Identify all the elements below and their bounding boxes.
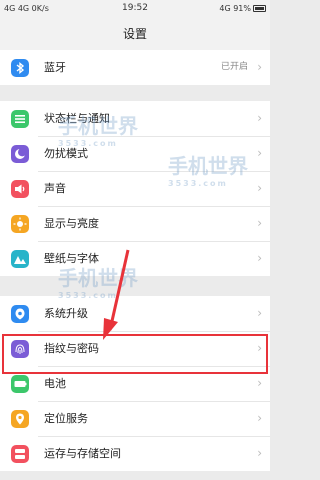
settings-item-label: 状态栏与通知 <box>44 112 110 125</box>
chevron-right-icon: › <box>257 60 262 74</box>
chevron-right-icon: › <box>257 446 262 460</box>
settings-item-label: 蓝牙 <box>44 61 66 74</box>
chevron-right-icon: › <box>257 181 262 195</box>
chevron-right-icon: › <box>257 216 262 230</box>
battery-level-icon <box>253 5 266 12</box>
settings-group-system: 系统升级 › 指纹与密码 › 电池 › 定位服务 › 运存与存储空间 › <box>0 296 270 471</box>
settings-item-sound[interactable]: 声音 › <box>0 171 270 206</box>
chevron-right-icon: › <box>257 146 262 160</box>
moon-icon <box>11 145 29 163</box>
upgrade-icon <box>11 305 29 323</box>
settings-item-label: 声音 <box>44 182 66 195</box>
settings-item-location[interactable]: 定位服务 › <box>0 401 270 436</box>
chevron-right-icon: › <box>257 411 262 425</box>
battery-icon <box>11 375 29 393</box>
chevron-right-icon: › <box>257 251 262 265</box>
highlight-box <box>2 334 268 374</box>
speaker-icon <box>11 180 29 198</box>
storage-icon <box>11 445 29 463</box>
settings-item-label: 系统升级 <box>44 307 88 320</box>
settings-item-label: 运存与存储空间 <box>44 447 121 460</box>
settings-item-notifications[interactable]: 状态栏与通知 › <box>0 101 270 136</box>
status-bar: 4G 4G 0K/s 19:52 4G 91% <box>0 0 270 18</box>
battery-status: 4G 91% <box>219 4 266 13</box>
settings-group-personalization: 状态栏与通知 › 勿扰模式 › 声音 › 显示与亮度 › 壁纸与字体 › <box>0 101 270 276</box>
bluetooth-icon <box>11 59 29 77</box>
settings-item-label: 显示与亮度 <box>44 217 99 230</box>
chevron-right-icon: › <box>257 111 262 125</box>
settings-item-storage[interactable]: 运存与存储空间 › <box>0 436 270 471</box>
chevron-right-icon: › <box>257 306 262 320</box>
page-title: 设置 <box>0 18 270 50</box>
settings-group-connectivity: 蓝牙 已开启 › <box>0 50 270 85</box>
brightness-icon <box>11 215 29 233</box>
settings-item-value: 已开启 <box>220 62 248 72</box>
settings-item-display[interactable]: 显示与亮度 › <box>0 206 270 241</box>
wallpaper-icon <box>11 250 29 268</box>
settings-item-label: 定位服务 <box>44 412 88 425</box>
settings-item-label: 壁纸与字体 <box>44 252 99 265</box>
notification-icon <box>11 110 29 128</box>
settings-item-label: 勿扰模式 <box>44 147 88 160</box>
location-icon <box>11 410 29 428</box>
settings-item-do-not-disturb[interactable]: 勿扰模式 › <box>0 136 270 171</box>
settings-item-system-update[interactable]: 系统升级 › <box>0 296 270 331</box>
settings-item-wallpaper[interactable]: 壁纸与字体 › <box>0 241 270 276</box>
settings-item-bluetooth[interactable]: 蓝牙 已开启 › <box>0 50 270 85</box>
